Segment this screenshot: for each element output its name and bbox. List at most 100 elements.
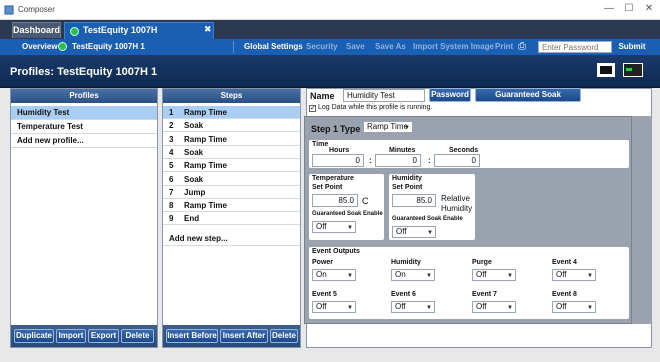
password-button[interactable]: Password: [429, 88, 471, 102]
steps-panel: Steps 1 Ramp Time 2 Soak 3 Ramp Time 4 Soak 5 Ram…: [162, 88, 301, 348]
event-select[interactable]: Off ▼: [472, 301, 516, 313]
step-number: 2: [169, 121, 174, 131]
hum-unit-line2: Humidity: [441, 204, 473, 213]
page-header: Profiles: TestEquity 1007H 1: [0, 55, 660, 88]
chevron-down-icon: ▼: [347, 225, 353, 231]
step-editor-scrollbar[interactable]: [632, 116, 652, 324]
menu-device-name[interactable]: TestEquity 1007H 1: [72, 42, 145, 51]
hum-gse-select[interactable]: Off ▼: [392, 226, 436, 238]
step-number: 4: [169, 147, 174, 157]
add-new-profile[interactable]: Add new profile...: [11, 134, 157, 148]
submit-button[interactable]: Submit: [616, 40, 648, 54]
event-select[interactable]: Off ▼: [472, 269, 516, 281]
add-new-step[interactable]: Add new step...: [163, 232, 300, 246]
event-select[interactable]: Off ▼: [312, 301, 356, 313]
app-icon: [4, 5, 14, 15]
chevron-down-icon: ▼: [426, 305, 432, 311]
menu-overview[interactable]: Overview: [22, 42, 58, 51]
humidity-group: Humidity Set Point 85.0 Relative Humidit…: [388, 173, 476, 241]
duplicate-button[interactable]: Duplicate: [14, 329, 54, 343]
step-item[interactable]: 7 Jump: [163, 186, 300, 199]
step-item[interactable]: 2 Soak: [163, 119, 300, 133]
close-icon[interactable]: ✕: [642, 3, 656, 15]
step-item[interactable]: 9 End: [163, 212, 300, 226]
step-item[interactable]: 8 Ramp Time: [163, 199, 300, 213]
step-item[interactable]: 4 Soak: [163, 146, 300, 159]
delete-step-button[interactable]: Delete: [270, 329, 298, 343]
minutes-input[interactable]: 0: [375, 154, 421, 167]
menu-security[interactable]: Security: [306, 42, 338, 51]
delete-profile-button[interactable]: Delete: [121, 329, 154, 343]
password-input[interactable]: [538, 41, 612, 53]
time-title: Time: [312, 141, 329, 148]
profile-item[interactable]: Humidity Test: [11, 106, 157, 120]
temp-gse-value: Off: [316, 222, 327, 231]
tab-device[interactable]: TestEquity 1007H (192.168.0.222): [64, 22, 214, 50]
event-outputs-group: Event Outputs Power On ▼ Humidity On ▼ Purge Of…: [308, 246, 630, 320]
step-item[interactable]: 1 Ramp Time: [163, 106, 300, 119]
menu-divider: [233, 41, 234, 53]
profiles-panel: Profiles Humidity Test Temperature Test …: [10, 88, 158, 348]
menu-global-settings[interactable]: Global Settings: [244, 42, 303, 51]
tab-dashboard[interactable]: Dashboard: [12, 22, 61, 38]
step-label: Ramp Time: [184, 108, 227, 117]
temp-unit: C: [362, 196, 369, 206]
temp-setpoint-label: Set Point: [312, 184, 343, 191]
event-label: Humidity: [391, 259, 421, 266]
log-data-checkbox[interactable]: ✓: [309, 105, 316, 112]
event-select[interactable]: Off ▼: [552, 269, 596, 281]
log-data-label: Log Data while this profile is running.: [318, 104, 433, 111]
step-number: 3: [169, 134, 174, 144]
step-label: Soak: [184, 147, 204, 157]
printer-icon[interactable]: ⎙: [518, 41, 530, 53]
time-separator: :: [428, 156, 431, 165]
import-button[interactable]: Import: [56, 329, 86, 343]
step-number: 1: [169, 108, 174, 117]
chevron-down-icon: ▼: [587, 305, 593, 311]
temp-setpoint-input[interactable]: 85.0: [312, 194, 358, 207]
maximize-icon[interactable]: ☐: [622, 3, 636, 15]
hum-setpoint-label: Set Point: [392, 184, 423, 191]
chevron-down-icon: ▼: [587, 273, 593, 279]
seconds-input[interactable]: 0: [434, 154, 480, 167]
insert-before-button[interactable]: Insert Before: [166, 329, 218, 343]
temperature-group: Temperature Set Point 85.0 C Guaranteed …: [308, 173, 385, 241]
step-number: 5: [169, 161, 174, 171]
chevron-down-icon: ▼: [347, 273, 353, 279]
display-icon[interactable]: [597, 63, 615, 77]
step-label: Soak: [184, 174, 204, 184]
step-label: Ramp Time: [184, 161, 227, 171]
minimize-icon[interactable]: —: [602, 3, 616, 15]
event-value: On: [316, 270, 327, 279]
chevron-down-icon: ▼: [426, 273, 432, 279]
profile-name-input[interactable]: Humidity Test: [343, 89, 425, 102]
chevron-down-icon: ▼: [507, 305, 513, 311]
menu-print[interactable]: Print: [495, 42, 513, 51]
time-separator: :: [369, 156, 372, 165]
menu-save-as[interactable]: Save As: [375, 42, 406, 51]
menu-import-system-image[interactable]: Import System Image: [413, 42, 494, 51]
chevron-down-icon: ▼: [507, 273, 513, 279]
hours-input[interactable]: 0: [312, 154, 364, 167]
chevron-down-icon: ▼: [404, 125, 410, 131]
hum-setpoint-input[interactable]: 85.0: [392, 194, 436, 207]
controller-icon[interactable]: [623, 63, 643, 77]
step-item[interactable]: 5 Ramp Time: [163, 159, 300, 173]
hum-gse-value: Off: [396, 227, 407, 236]
minutes-label: Minutes: [389, 147, 416, 154]
guaranteed-soak-deviation-button[interactable]: Guaranteed Soak Deviation: [475, 88, 581, 111]
step-item[interactable]: 3 Ramp Time: [163, 133, 300, 146]
event-select[interactable]: Off ▼: [391, 301, 435, 313]
menu-save[interactable]: Save: [346, 42, 365, 51]
profiles-heading: Profiles: [11, 89, 157, 103]
event-select[interactable]: Off ▼: [552, 301, 596, 313]
tab-close-icon[interactable]: ✖: [204, 25, 212, 34]
step-type-select[interactable]: Ramp Time ▼: [363, 121, 413, 133]
event-select[interactable]: On ▼: [391, 269, 435, 281]
export-button[interactable]: Export: [88, 329, 119, 343]
insert-after-button[interactable]: Insert After: [220, 329, 268, 343]
step-item[interactable]: 6 Soak: [163, 173, 300, 186]
event-select[interactable]: On ▼: [312, 269, 356, 281]
profile-item[interactable]: Temperature Test: [11, 120, 157, 134]
temp-gse-select[interactable]: Off ▼: [312, 221, 356, 233]
